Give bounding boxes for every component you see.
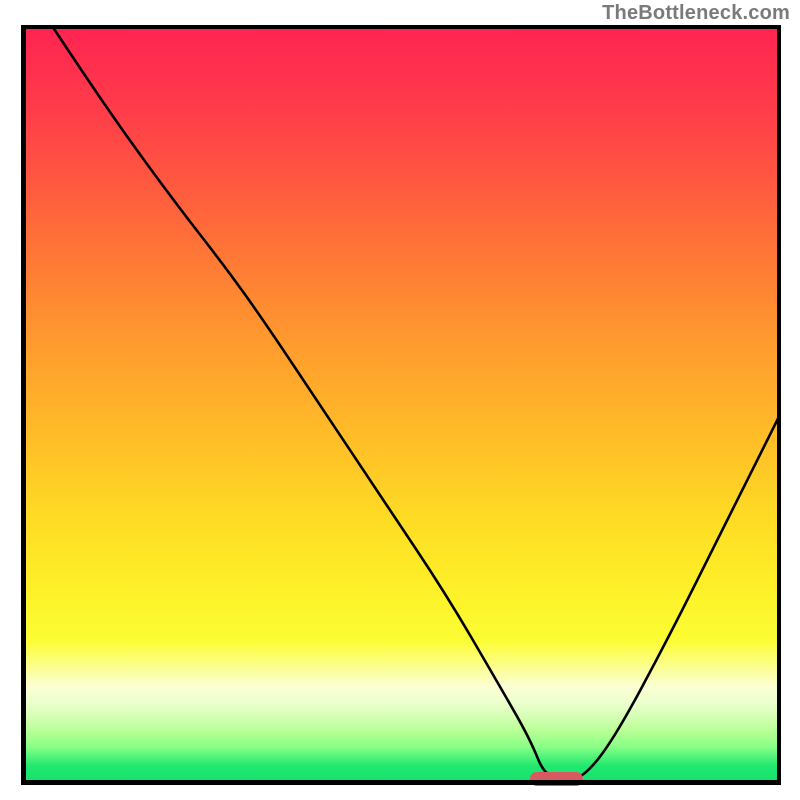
plot-gradient-bg [21, 25, 781, 785]
attribution-label: TheBottleneck.com [602, 2, 790, 25]
optimal-range-marker [530, 772, 583, 786]
chart-root: { "attribution": "TheBottleneck.com", "c… [0, 0, 800, 800]
